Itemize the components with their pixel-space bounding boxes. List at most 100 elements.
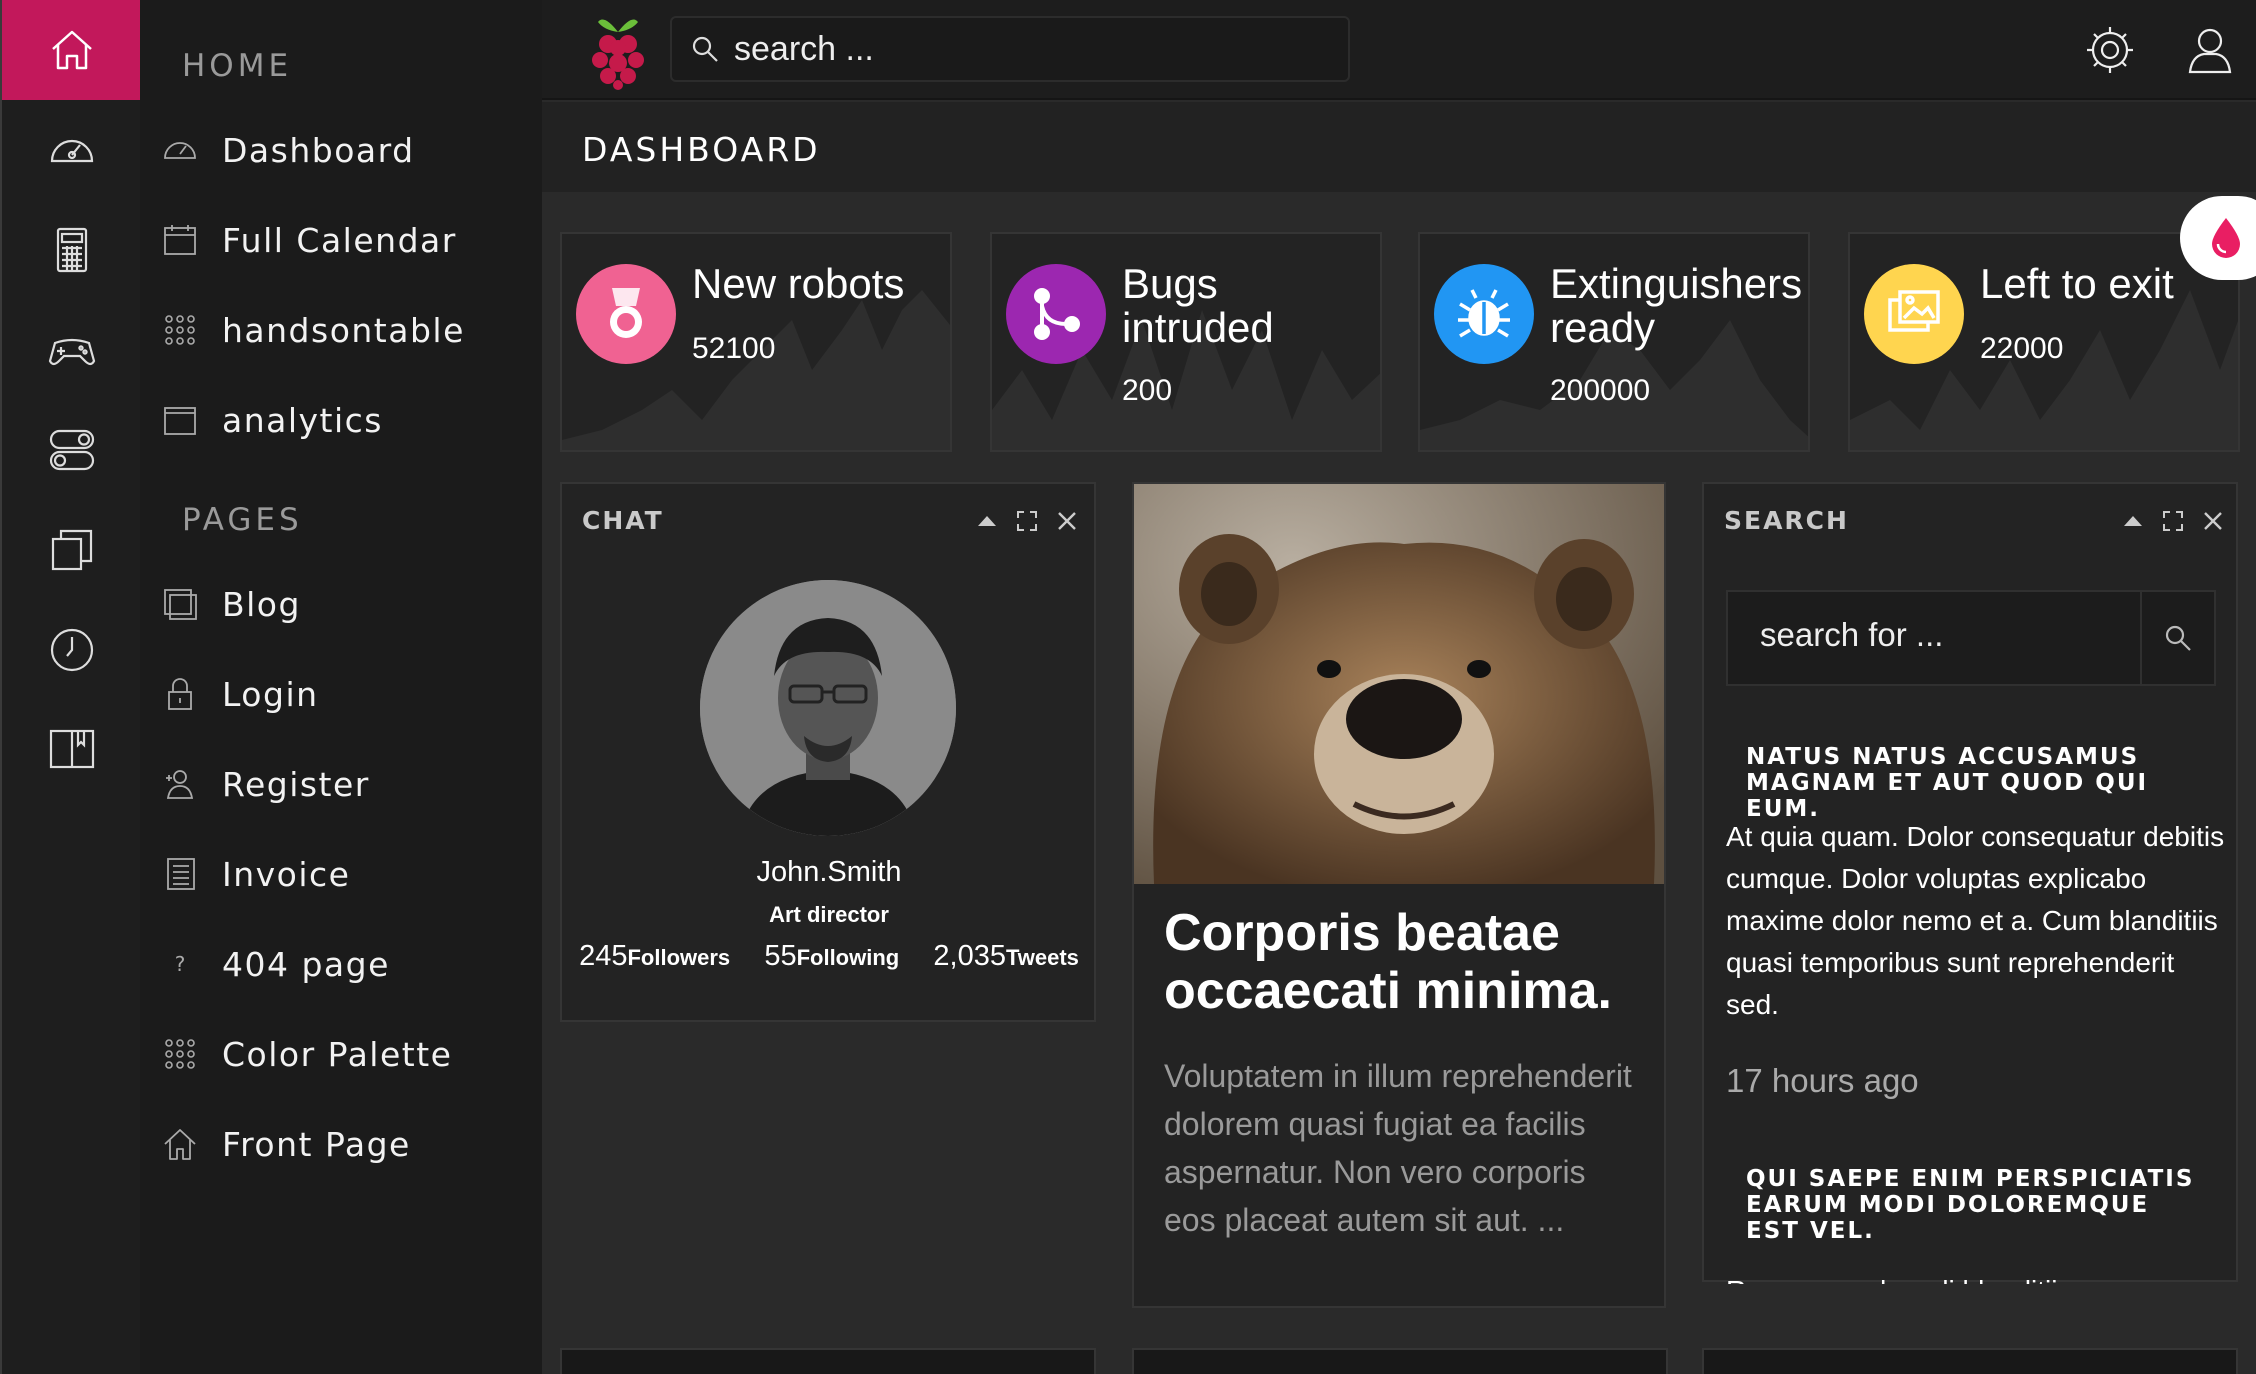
panel-search-field[interactable] (1726, 590, 2216, 686)
nav-section-heading-home: HOME (182, 48, 293, 84)
page-title-bar: DASHBOARD (542, 102, 2256, 192)
lock-icon (160, 674, 200, 714)
following-count[interactable]: 55Following (764, 940, 899, 973)
search-input[interactable] (734, 29, 1294, 69)
nav-item-front-page[interactable]: Front Page (160, 1112, 520, 1176)
nav-item-label: Full Calendar (222, 220, 457, 260)
nav-item-label: Front Page (222, 1124, 411, 1164)
nav-item-label: Dashboard (222, 130, 415, 170)
user-add-icon (160, 764, 200, 804)
rail-games-button[interactable] (2, 300, 142, 400)
copy-icon (51, 529, 93, 571)
nav-item-label: analytics (222, 400, 384, 440)
bottom-card (1132, 1348, 1668, 1374)
expand-icon[interactable] (1016, 510, 1038, 532)
rail-book-button[interactable] (2, 700, 142, 800)
bottom-card (1702, 1348, 2238, 1374)
user-stats: 245Followers 55Following 2,035Tweets (562, 940, 1096, 973)
search-panel: SEARCH NATUS NATUS ACCUSAMUS MAGNAM ET A… (1702, 482, 2238, 1284)
nav-item-color-palette[interactable]: Color Palette (160, 1022, 520, 1086)
rail-copy-button[interactable] (2, 500, 142, 600)
stat-title: Bugs intruded (1122, 260, 1274, 351)
grid-icon (160, 1034, 200, 1074)
tweets-count[interactable]: 2,035Tweets (933, 940, 1079, 973)
droplet-icon (2212, 218, 2240, 258)
collapse-icon[interactable] (2122, 510, 2144, 532)
stat-icon-circle (1864, 264, 1964, 364)
top-bar (542, 0, 2256, 100)
bug-icon (1458, 289, 1510, 338)
panel-search-button[interactable] (2140, 592, 2214, 684)
speedometer-icon (50, 139, 94, 163)
toggle-icon (49, 429, 95, 471)
stat-value: 52100 (692, 332, 776, 365)
search-result-time: 17 hours ago (1726, 1062, 1919, 1099)
rail-calculator-button[interactable] (2, 200, 142, 300)
expand-icon[interactable] (2162, 510, 2184, 532)
nav-item-invoice[interactable]: Invoice (160, 842, 520, 906)
rail-dashboard-button[interactable] (2, 100, 142, 200)
search-result-title[interactable]: QUI SAEPE ENIM PERSPICIATIS EARUM MODI D… (1746, 1166, 2206, 1244)
window-icon (160, 400, 200, 440)
followers-count[interactable]: 245Followers (579, 940, 730, 973)
nav-item-404-page[interactable]: ? 404 page (160, 932, 520, 996)
post-body: Voluptatem in illum reprehenderit dolore… (1164, 1058, 1632, 1238)
stat-title: New robots (692, 260, 905, 307)
nav-item-register[interactable]: Register (160, 752, 520, 816)
search-result-body: Rem eum ad modi blanditiis eaque (1726, 1270, 2226, 1284)
close-icon[interactable] (2202, 510, 2224, 532)
nav-section-heading-pages: PAGES (182, 502, 303, 538)
gear-icon[interactable] (2084, 24, 2136, 76)
stat-value: 22000 (1980, 332, 2064, 365)
question-icon: ? (174, 952, 186, 976)
document-icon (160, 854, 200, 894)
grid-icon (160, 310, 200, 350)
rail-home-button[interactable] (2, 0, 142, 100)
nav-item-label: Color Palette (222, 1034, 453, 1074)
panel-title: SEARCH (1724, 506, 1849, 535)
rail-clock-button[interactable] (2, 600, 142, 700)
search-result-body: At quia quam. Dolor consequatur debitis … (1726, 821, 2225, 1020)
nav-item-label: Register (222, 764, 370, 804)
stat-value: 200 (1122, 374, 1173, 407)
search-icon (2165, 625, 2191, 651)
raspberry-logo-icon[interactable] (586, 10, 650, 90)
stat-icon-circle (1006, 264, 1106, 364)
post-title[interactable]: Corporis beatae occaecati minima. (1164, 904, 1644, 1020)
clock-icon (50, 628, 94, 672)
nav-item-analytics[interactable]: analytics (160, 388, 520, 452)
calculator-icon (56, 227, 88, 273)
collapse-icon[interactable] (976, 510, 998, 532)
images-icon (1888, 290, 1940, 332)
post-card[interactable]: Corporis beatae occaecati minima. Volupt… (1132, 482, 1666, 1308)
chat-panel: CHAT John.Smith Art director 245Follower… (560, 482, 1096, 1022)
calendar-icon (160, 220, 200, 260)
stat-value: 200000 (1550, 374, 1651, 407)
panel-controls (2122, 510, 2224, 532)
nav-item-login[interactable]: Login (160, 662, 520, 726)
theme-toggle-button[interactable] (2180, 196, 2256, 280)
panel-title: CHAT (582, 506, 664, 535)
page-title: DASHBOARD (582, 130, 821, 169)
nav-item-blog[interactable]: Blog (160, 572, 520, 636)
nav-item-dashboard[interactable]: Dashboard (160, 118, 520, 182)
gamepad-icon (48, 338, 96, 366)
bottom-card (560, 1348, 1096, 1374)
search-result-title[interactable]: NATUS NATUS ACCUSAMUS MAGNAM ET AUT QUOD… (1746, 744, 2206, 822)
post-image (1134, 484, 1664, 884)
avatar (700, 580, 956, 836)
nav-panel: HOME Dashboard Full Calendar handsontabl… (140, 0, 542, 1374)
global-search[interactable] (670, 16, 1350, 82)
nav-item-label: Login (222, 674, 319, 714)
stat-icon-circle (576, 264, 676, 364)
nav-item-handsontable[interactable]: handsontable (160, 298, 520, 362)
rail-toggles-button[interactable] (2, 400, 142, 500)
nav-item-full-calendar[interactable]: Full Calendar (160, 208, 520, 272)
nav-item-label: 404 page (222, 944, 390, 984)
browser-icon (160, 584, 200, 624)
book-icon (49, 729, 95, 769)
close-icon[interactable] (1056, 510, 1078, 532)
panel-search-input[interactable] (1760, 616, 2130, 654)
user-role: Art director (769, 902, 889, 927)
user-icon[interactable] (2184, 24, 2236, 76)
